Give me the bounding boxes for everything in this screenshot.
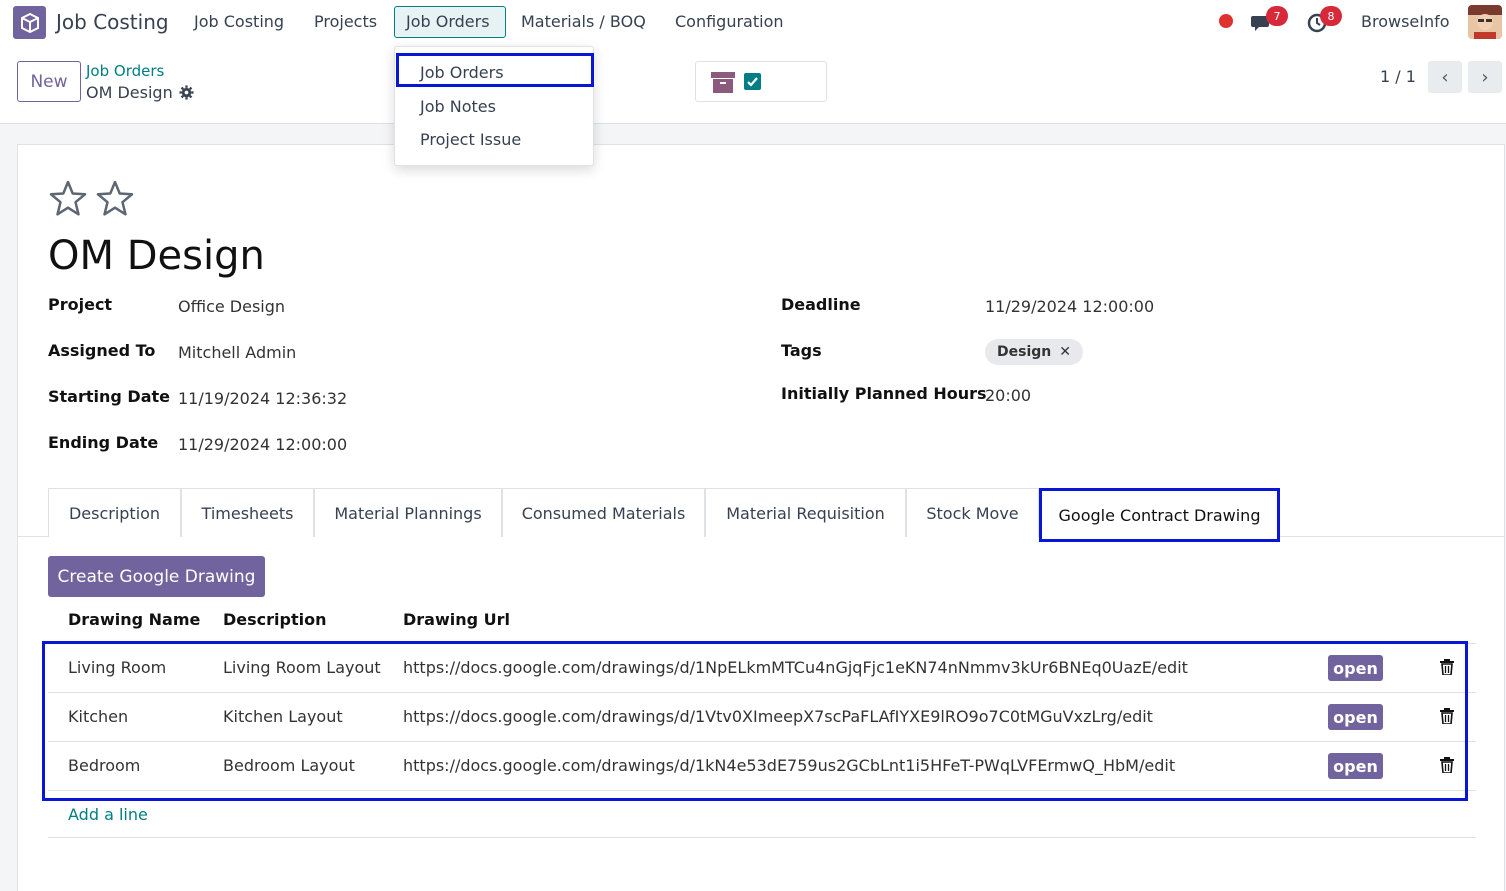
column-header-drawing-name[interactable]: Drawing Name (68, 610, 200, 629)
tab-material-plannings[interactable]: Material Plannings (314, 488, 502, 537)
app-icon[interactable] (13, 6, 46, 39)
deadline-field[interactable]: 11/29/2024 12:00:00 (985, 297, 1154, 316)
control-panel: New Job Orders OM Design 1 / 1 ‹ › (0, 44, 1506, 124)
menu-configuration[interactable]: Configuration (675, 12, 784, 31)
tab-timesheets[interactable]: Timesheets (181, 488, 314, 537)
planned-hours-field[interactable]: 20:00 (985, 386, 1031, 405)
pager-next-button[interactable]: › (1468, 61, 1502, 93)
company-switcher[interactable]: BrowseInfo (1361, 12, 1450, 31)
pager-value[interactable]: 1 / 1 (1380, 67, 1416, 86)
form-sheet: OM Design Project Office Design Assigned… (17, 144, 1505, 891)
top-navbar: Job Costing Job Costing Projects Job Ord… (0, 0, 1506, 44)
menu-job-orders[interactable]: Job Orders (406, 12, 490, 31)
breadcrumb-current: OM Design (86, 83, 173, 102)
tags-label: Tags (781, 341, 822, 360)
menu-materials-boq[interactable]: Materials / BOQ (521, 12, 646, 31)
planned-hours-label: Initially Planned Hours (781, 384, 987, 403)
messages-badge: 7 (1266, 6, 1288, 26)
chevron-right-icon: › (1481, 66, 1489, 88)
tab-consumed-materials[interactable]: Consumed Materials (502, 488, 705, 537)
star-icon[interactable] (48, 179, 88, 219)
new-button[interactable]: New (17, 61, 81, 102)
end-date-field[interactable]: 11/29/2024 12:00:00 (178, 435, 347, 454)
tab-google-contract-drawing[interactable]: Google Contract Drawing (1039, 488, 1280, 542)
tab-material-requisition[interactable]: Material Requisition (705, 488, 906, 537)
column-header-drawing-url[interactable]: Drawing Url (403, 610, 510, 629)
checkbox-icon[interactable] (744, 73, 761, 90)
menu-job-costing[interactable]: Job Costing (194, 12, 284, 31)
project-label: Project (48, 295, 113, 314)
tab-description[interactable]: Description (48, 488, 181, 537)
add-line-link[interactable]: Add a line (68, 805, 148, 824)
dropdown-item-job-notes[interactable]: Job Notes (420, 97, 496, 116)
breadcrumb: OM Design (86, 83, 194, 102)
status-actions (695, 61, 827, 102)
archive-icon[interactable] (710, 70, 736, 94)
column-header-description[interactable]: Description (223, 610, 326, 629)
row-divider (48, 837, 1476, 838)
app-name[interactable]: Job Costing (56, 10, 169, 34)
avatar[interactable] (1468, 5, 1502, 39)
dropdown-item-job-orders[interactable]: Job Orders (420, 63, 504, 82)
page-title[interactable]: OM Design (48, 233, 265, 279)
gear-icon[interactable] (179, 85, 194, 100)
job-orders-dropdown: Job Orders Job Notes Project Issue (394, 46, 594, 166)
pager-previous-button[interactable]: ‹ (1428, 61, 1462, 93)
start-date-label: Starting Date (48, 387, 170, 406)
end-date-label: Ending Date (48, 433, 159, 452)
assigned-field[interactable]: Mitchell Admin (178, 343, 296, 362)
status-dot-icon[interactable] (1219, 14, 1233, 28)
close-icon[interactable]: ✕ (1059, 344, 1071, 360)
tag-label: Design (997, 344, 1052, 360)
breadcrumb-parent[interactable]: Job Orders (86, 62, 164, 80)
deadline-label: Deadline (781, 295, 861, 314)
project-field[interactable]: Office Design (178, 297, 285, 316)
star-icon[interactable] (95, 179, 135, 219)
create-google-drawing-button[interactable]: Create Google Drawing (48, 556, 265, 597)
rows-highlight (42, 641, 1468, 801)
tab-stock-move[interactable]: Stock Move (906, 488, 1039, 537)
assigned-label: Assigned To (48, 341, 156, 360)
menu-projects[interactable]: Projects (314, 12, 377, 31)
start-date-field[interactable]: 11/19/2024 12:36:32 (178, 389, 347, 408)
dropdown-item-project-issue[interactable]: Project Issue (420, 130, 521, 149)
chevron-left-icon: ‹ (1441, 66, 1449, 88)
activities-badge: 8 (1320, 6, 1342, 26)
tag-badge[interactable]: Design ✕ (985, 339, 1083, 365)
